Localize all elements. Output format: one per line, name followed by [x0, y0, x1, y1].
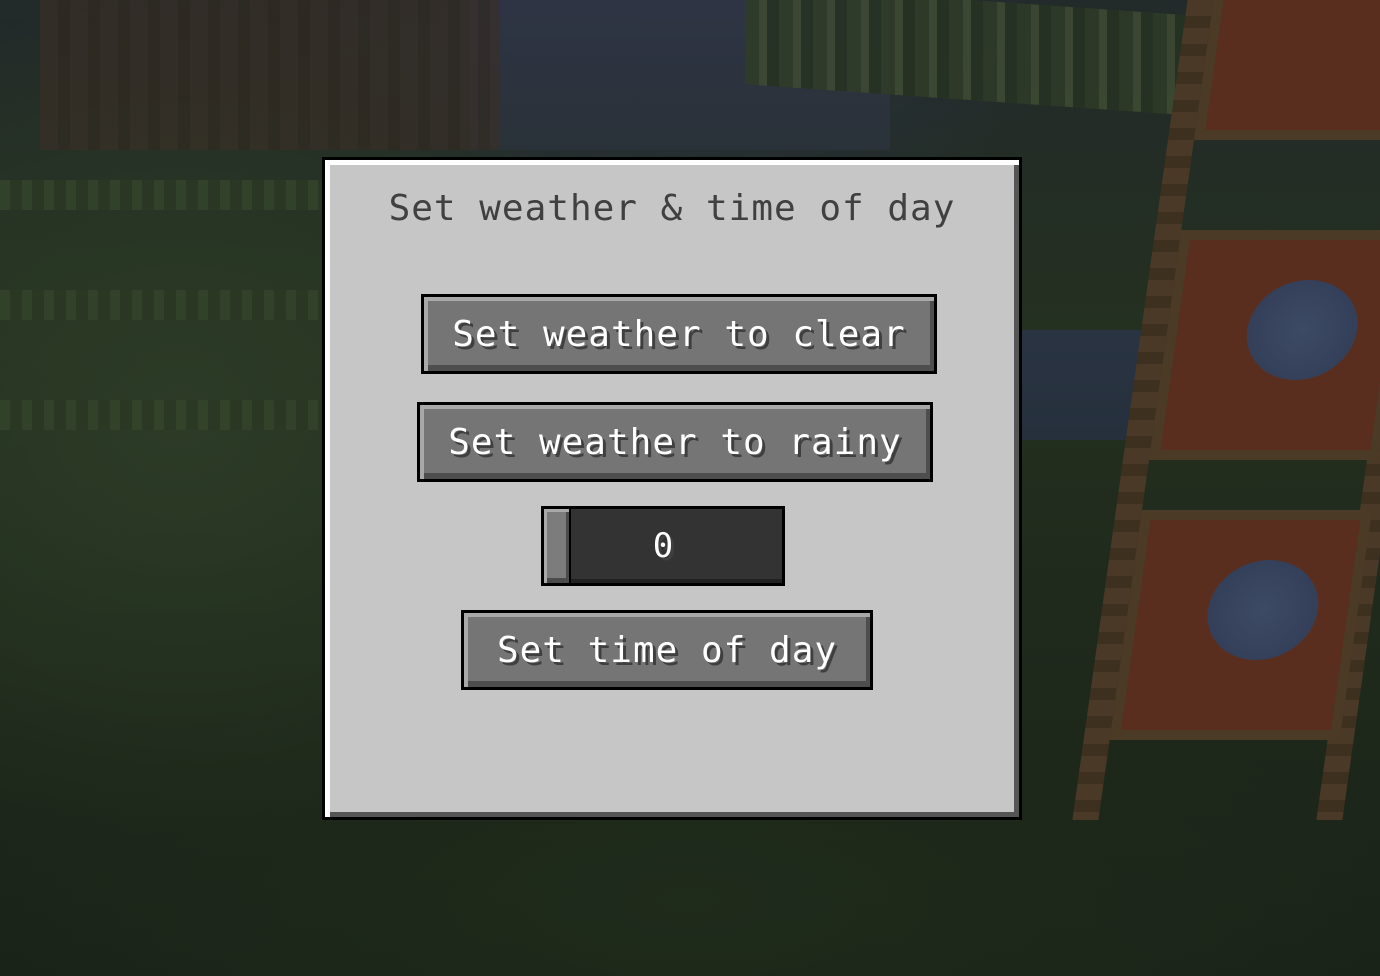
ladder-panel [1193, 0, 1380, 140]
grass-strip [0, 290, 330, 320]
blue-orb [1240, 280, 1365, 380]
grass-strip [0, 180, 330, 210]
set-time-of-day-button[interactable]: Set time of day [461, 610, 873, 690]
ladder-panel [1109, 510, 1372, 740]
time-slider-value: 0 [652, 526, 674, 566]
grass-strip [0, 400, 330, 430]
set-weather-rainy-label: Set weather to rainy [448, 421, 902, 463]
set-weather-clear-label: Set weather to clear [452, 313, 906, 355]
set-weather-clear-button[interactable]: Set weather to clear [421, 294, 937, 374]
set-time-of-day-label: Set time of day [496, 629, 838, 671]
dialog-title: Set weather & time of day [388, 188, 956, 229]
set-weather-rainy-button[interactable]: Set weather to rainy [417, 402, 933, 482]
blue-orb [1200, 560, 1325, 660]
time-of-day-slider[interactable]: 0 [541, 506, 785, 586]
ladder-panel [1148, 230, 1380, 460]
weather-time-dialog: Set weather & time of day Set weather to… [322, 157, 1022, 820]
tree-trunk [40, 0, 500, 150]
time-slider-handle[interactable] [544, 509, 571, 583]
